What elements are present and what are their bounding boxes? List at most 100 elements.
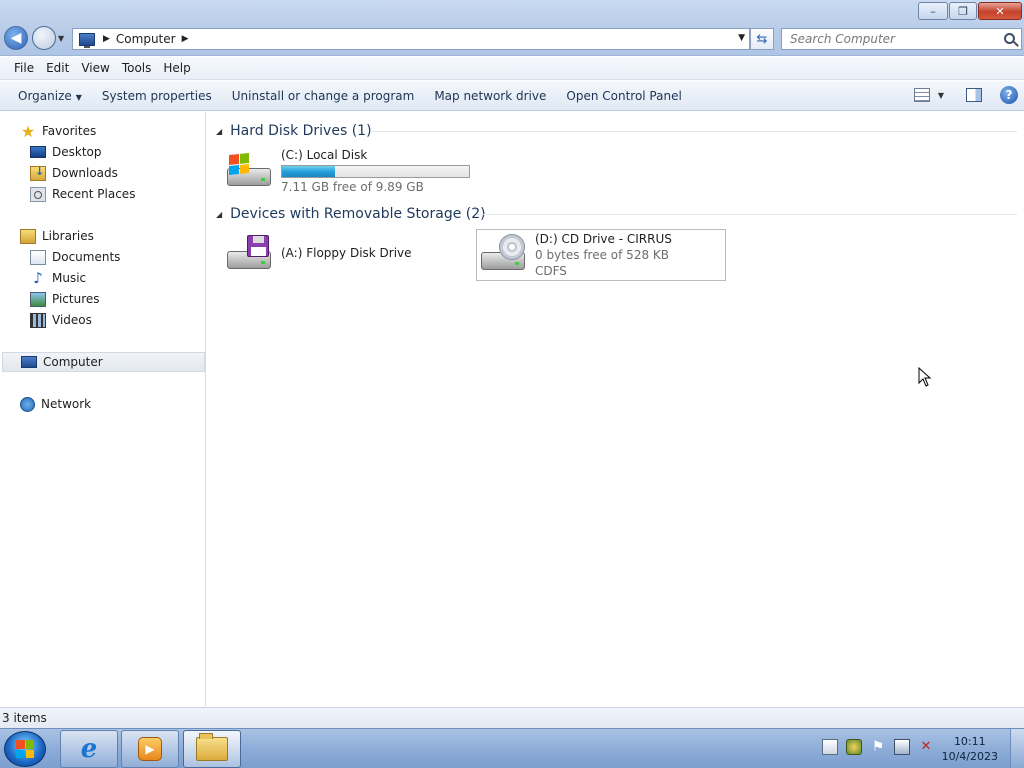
breadcrumb-computer[interactable]: Computer — [116, 32, 176, 46]
nav-desktop[interactable]: Desktop — [30, 142, 102, 162]
nav-network[interactable]: Network — [20, 394, 91, 414]
view-options-dropdown-icon[interactable]: ▼ — [938, 91, 944, 100]
group-title-hard-disks: Hard Disk Drives (1) — [230, 123, 372, 139]
collapse-group-icon[interactable]: ◢ — [216, 127, 222, 136]
drive-c-name: (C:) Local Disk — [281, 148, 368, 162]
chevron-right-icon[interactable]: ▶ — [103, 34, 110, 44]
menu-edit[interactable]: Edit — [40, 61, 75, 75]
volume-muted-icon[interactable]: ✕ — [918, 739, 934, 755]
menu-file[interactable]: File — [8, 61, 40, 75]
menu-tools[interactable]: Tools — [116, 61, 158, 75]
close-button[interactable]: ✕ — [978, 2, 1022, 20]
forward-button[interactable] — [32, 26, 56, 50]
nav-downloads-label: Downloads — [52, 166, 118, 180]
item-count: 3 items — [2, 711, 47, 725]
clock[interactable]: 10:11 10/4/2023 — [942, 734, 998, 764]
menu-bar: File Edit View Tools Help — [0, 57, 1024, 80]
notification-area: ⚑ ✕ — [822, 739, 934, 755]
organize-label: Organize — [18, 88, 72, 103]
taskbar-media-player[interactable]: ▶ — [121, 730, 179, 768]
refresh-button[interactable]: ⇆ — [750, 28, 774, 50]
nav-recent-label: Recent Places — [52, 187, 136, 201]
recent-places-icon — [30, 186, 46, 202]
group-header-hard-disks[interactable]: ◢ Hard Disk Drives (1) — [207, 121, 1017, 141]
nav-recent-places[interactable]: Recent Places — [30, 184, 135, 204]
start-button[interactable] — [4, 731, 46, 767]
drive-c-usage-bar — [281, 165, 470, 178]
title-bar: – ❐ ✕ ◀ ▼ ▶ Computer ▶ ▼ ⇆ — [0, 0, 1024, 56]
nav-libraries[interactable]: Libraries — [20, 226, 94, 246]
taskbar-internet-explorer[interactable]: e — [60, 730, 118, 768]
status-bar: 3 items — [0, 707, 1024, 728]
nav-videos[interactable]: Videos — [30, 310, 92, 330]
security-icon[interactable] — [846, 739, 862, 755]
group-divider — [370, 131, 1017, 132]
minimize-button[interactable]: – — [918, 2, 948, 20]
nav-favorites[interactable]: ★ Favorites — [20, 121, 96, 141]
internet-explorer-icon: e — [80, 734, 98, 764]
show-desktop-button[interactable] — [1010, 729, 1024, 768]
chevron-right-icon[interactable]: ▶ — [182, 34, 189, 44]
clock-date: 10/4/2023 — [941, 750, 998, 763]
nav-pictures-label: Pictures — [52, 292, 100, 306]
network-tray-icon[interactable] — [894, 739, 910, 755]
clock-time: 10:11 — [953, 735, 986, 748]
nav-computer-label: Computer — [43, 355, 103, 369]
organize-button[interactable]: Organize ▼ — [8, 89, 92, 103]
group-title-removable: Devices with Removable Storage (2) — [230, 206, 486, 222]
nav-music[interactable]: ♪ Music — [30, 268, 86, 288]
collapse-group-icon[interactable]: ◢ — [216, 210, 222, 219]
desktop-icon — [30, 146, 46, 158]
nav-downloads[interactable]: Downloads — [30, 163, 118, 183]
group-header-removable[interactable]: ◢ Devices with Removable Storage (2) — [207, 204, 1017, 224]
computer-icon — [21, 356, 37, 368]
videos-icon — [30, 312, 46, 328]
taskbar-windows-explorer[interactable] — [183, 730, 241, 768]
drive-c[interactable]: (C:) Local Disk 7.11 GB free of 9.89 GB — [225, 148, 470, 195]
explorer-folder-icon — [196, 733, 228, 761]
system-properties-button[interactable]: System properties — [92, 89, 222, 103]
search-input[interactable] — [790, 32, 995, 46]
windows-logo-icon — [16, 740, 34, 758]
address-bar[interactable]: ▶ Computer ▶ ▼ — [72, 28, 750, 50]
content-pane: ◢ Hard Disk Drives (1) (C:) Local Disk 7… — [207, 112, 1024, 706]
caption-buttons: – ❐ ✕ — [917, 2, 1022, 20]
search-icon[interactable] — [1004, 33, 1015, 44]
arrow-left-icon: ◀ — [10, 30, 22, 46]
nav-libraries-label: Libraries — [42, 229, 94, 243]
nav-documents[interactable]: Documents — [30, 247, 120, 267]
drive-a[interactable]: (A:) Floppy Disk Drive — [225, 231, 412, 277]
chevron-down-icon: ▼ — [75, 92, 82, 102]
drive-d-filesystem: CDFS — [535, 264, 567, 278]
preview-pane-icon[interactable] — [966, 88, 982, 102]
menu-view[interactable]: View — [75, 61, 115, 75]
back-button[interactable]: ◀ — [4, 26, 28, 50]
nav-pictures[interactable]: Pictures — [30, 289, 100, 309]
libraries-icon — [20, 228, 36, 244]
map-network-drive-button[interactable]: Map network drive — [424, 89, 556, 103]
pictures-icon — [30, 291, 46, 307]
network-icon — [20, 396, 35, 412]
open-control-panel-button[interactable]: Open Control Panel — [556, 89, 691, 103]
address-dropdown-icon[interactable]: ▼ — [738, 33, 745, 43]
help-icon[interactable]: ? — [1000, 86, 1018, 104]
action-center-icon[interactable] — [822, 739, 838, 755]
drive-d[interactable]: (D:) CD Drive - CIRRUS 0 bytes free of 5… — [476, 229, 726, 281]
change-view-icon[interactable] — [913, 88, 930, 102]
uninstall-program-button[interactable]: Uninstall or change a program — [222, 89, 425, 103]
search-box[interactable] — [781, 28, 1022, 50]
taskbar: e ▶ ⚑ ✕ 10:11 10/4/2023 — [0, 728, 1024, 768]
nav-documents-label: Documents — [52, 250, 121, 264]
drive-d-free-space: 0 bytes free of 528 KB — [535, 248, 669, 262]
media-player-icon: ▶ — [138, 737, 162, 761]
nav-music-label: Music — [52, 271, 87, 285]
drive-d-name: (D:) CD Drive - CIRRUS — [535, 232, 672, 246]
nav-computer[interactable]: Computer — [2, 352, 205, 372]
drive-c-usage-fill — [282, 166, 335, 177]
floppy-drive-icon — [225, 231, 275, 277]
flag-icon[interactable]: ⚑ — [870, 739, 886, 755]
maximize-button[interactable]: ❐ — [949, 2, 977, 20]
menu-help[interactable]: Help — [157, 61, 196, 75]
recent-pages-dropdown[interactable]: ▼ — [58, 34, 68, 44]
music-icon: ♪ — [33, 268, 43, 287]
